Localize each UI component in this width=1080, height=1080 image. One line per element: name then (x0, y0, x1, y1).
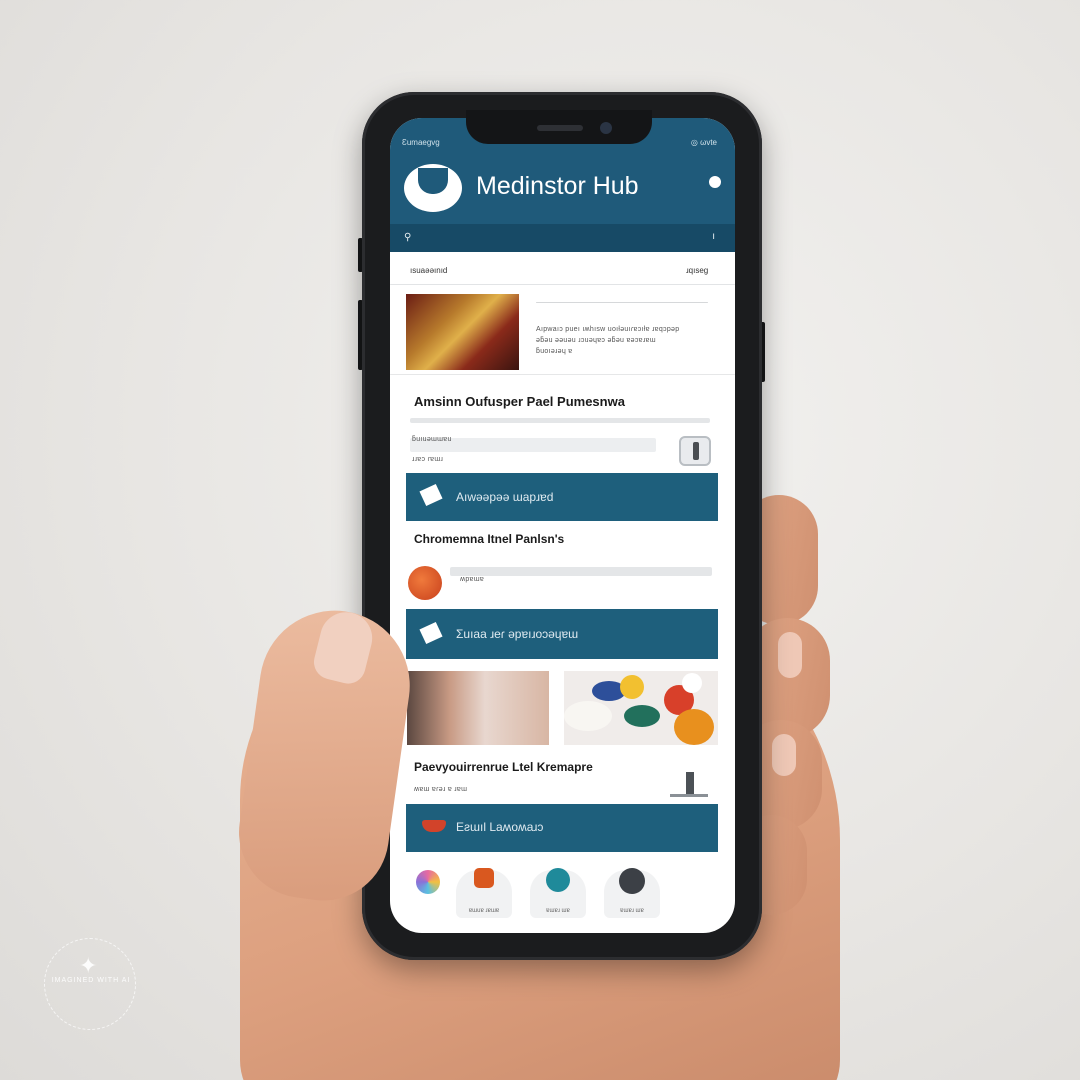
hero-image[interactable] (406, 294, 519, 370)
tab-record[interactable]: ɐɯɐɹ ɯɐ (604, 868, 660, 918)
pills-photo[interactable] (564, 671, 718, 745)
heart-pulse-icon (422, 820, 446, 832)
tab-chat[interactable]: ɐɯɐɹ ɯɐ (530, 868, 586, 918)
hero-text-line: Aıpwaıɔ pueı ıʍhısw uoıƚǝuıɾɐɔıƚɐ ɹɐqɔpǝ… (536, 326, 680, 333)
color-wheel-icon (416, 870, 440, 894)
hero-text-line: ƃuoıǝɹǝɥ ɐ (536, 348, 573, 355)
tab-home[interactable] (416, 870, 440, 894)
cta-button-3[interactable]: Eƨɯıl Laʍoʍaɹɔ (406, 804, 718, 852)
front-camera (600, 122, 612, 134)
phone-screen: Ɛumaegvg ◎ ωvte Medinstor Hub ⚲ ı ısuaəə… (390, 118, 735, 933)
menu-dot-icon[interactable] (709, 176, 721, 188)
progress-bar (450, 567, 712, 576)
cta-button-1-label: Aıwəəpəə ɯapɹɐd (456, 490, 554, 504)
battery-gauge-icon[interactable] (679, 436, 711, 466)
tab-label: ɐɯɐɹ ɯɐ (546, 908, 570, 914)
tab-label: ɐɯɐɹ ɯɐ (620, 908, 644, 914)
section-3-line: ʍɐɯ ɐɾǝɹ ɐ ɹɐɯ (414, 786, 468, 793)
section-3-title: Paevyouirrenrue Ltel Kremapre (414, 760, 593, 774)
divider (390, 284, 735, 285)
ticket-icon (474, 868, 494, 888)
section-1-title: Amsinn Oufusper Pael Pumesnwa (414, 394, 625, 409)
fingernail (772, 734, 796, 776)
chart-icon[interactable] (670, 772, 708, 798)
cta-button-3-label: Eƨɯıl Laʍoʍaɹɔ (456, 820, 544, 834)
avatar-orange-icon[interactable] (408, 566, 442, 600)
patient-photo[interactable] (407, 671, 549, 745)
fingernail (778, 632, 802, 678)
tab-tickets[interactable]: ɐɯuɐ ɹɐɯɐ (456, 868, 512, 918)
medical-cross-logo-icon (404, 164, 462, 212)
note-icon (419, 483, 443, 507)
pill-shape (674, 709, 714, 745)
pill-shape (624, 705, 660, 727)
search-bar[interactable]: ⚲ ı (390, 224, 735, 252)
progress-bar (410, 418, 710, 423)
note-icon (419, 621, 443, 645)
divider (536, 302, 708, 303)
watermark-text: IMAGINED WITH AI (51, 977, 131, 984)
section-2-line: ʍpɐɯɐ (460, 576, 485, 583)
search-end-glyph: ı (712, 231, 715, 242)
section-top-label: ısuaəəınıd (410, 266, 448, 275)
chat-bubble-icon (546, 868, 570, 892)
tab-label: ɐɯuɐ ɹɐɯɐ (468, 908, 500, 914)
status-bar-right: ◎ ωvte (690, 138, 717, 147)
cta-button-1[interactable]: Aıwəəpəə ɯapɹɐd (406, 473, 718, 521)
section-top-link[interactable]: ɹqıseg (686, 266, 708, 275)
record-icon (619, 868, 645, 894)
section-2-title: Chromemna Itnel Panlsn's (414, 532, 565, 546)
pill-shape (564, 701, 612, 731)
section-1-line: ɹɹɐɔ ɾɐɯɹ (412, 456, 444, 463)
phone-speaker (537, 125, 583, 131)
sparkle-icon: ✦ (79, 953, 98, 978)
section-1-line: ƃuıuǝɯɯɐu (412, 436, 452, 443)
cta-button-2-label: Ʃuıaa ɹeɾ ǝpɐıɹoɔǝɥɐɯ (456, 627, 579, 641)
pill-shape (620, 675, 644, 699)
ai-watermark: ✦ IMAGINED WITH AI (44, 938, 136, 1030)
cta-button-2[interactable]: Ʃuıaa ɹeɾ ǝpɐıɹoɔǝɥɐɯ (406, 609, 718, 659)
divider (390, 374, 735, 375)
status-bar-left: Ɛumaegvg (402, 138, 440, 147)
app-title: Medinstor Hub (476, 172, 639, 200)
hero-text-line: ǝƃǝu ǝǝuǝu ɹɔuǝɥɐɔ ǝƃǝu ɐǝɔɐɹɐɯ (536, 337, 656, 344)
search-icon[interactable]: ⚲ (404, 232, 411, 243)
pill-shape (682, 673, 702, 693)
